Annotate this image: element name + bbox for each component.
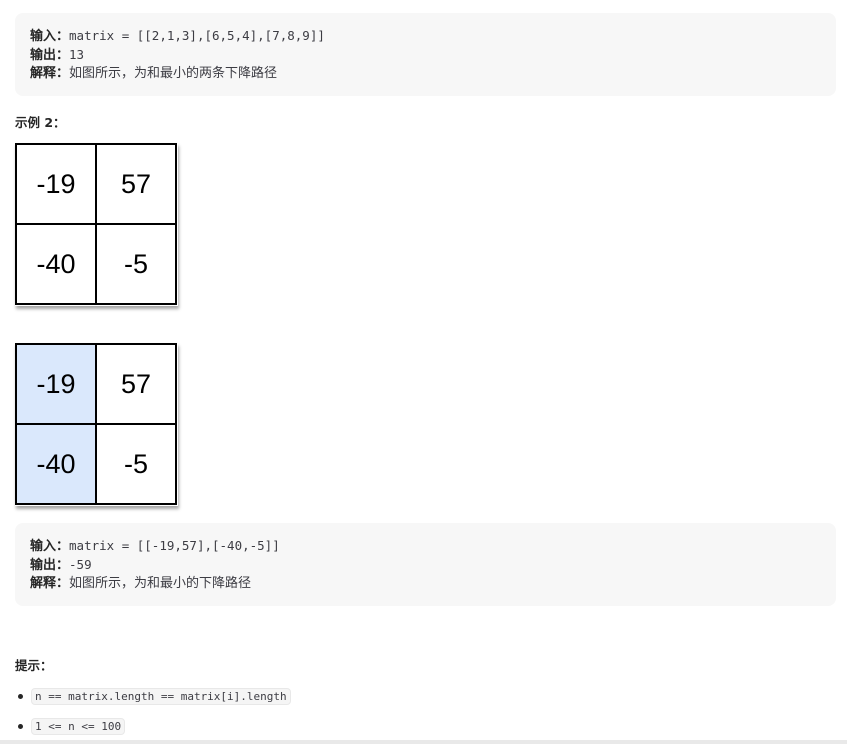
- hints-list: n == matrix.length == matrix[i].length 1…: [15, 688, 291, 744]
- output-value: -59: [69, 557, 92, 572]
- bullet-icon: [18, 694, 23, 699]
- explain-value: 如图所示，为和最小的下降路径: [69, 576, 252, 591]
- matrix-cell: -19: [15, 143, 97, 225]
- scrollbar-track[interactable]: [0, 740, 847, 744]
- example2-block: 输入：matrix = [[-19,57],[-40,-5]] 输出：-59 解…: [15, 523, 836, 606]
- example2-matrix-image: -19 57 -40 -5: [15, 143, 178, 306]
- explain-label: 解释：: [30, 576, 70, 591]
- input-label: 输入：: [30, 539, 70, 554]
- hints-heading: 提示：: [15, 658, 53, 673]
- matrix-cell: -5: [95, 223, 177, 305]
- output-value: 13: [69, 47, 85, 62]
- hint-code: 1 <= n <= 100: [31, 718, 126, 735]
- list-item: n == matrix.length == matrix[i].length: [15, 688, 291, 718]
- bullet-icon: [18, 724, 23, 729]
- example2-path-image: -19 57 -40 -5: [15, 343, 178, 506]
- input-value: matrix = [[2,1,3],[6,5,4],[7,8,9]]: [69, 28, 325, 43]
- output-label: 输出：: [30, 48, 70, 63]
- matrix-cell: 57: [95, 143, 177, 225]
- matrix-cell-highlighted: -19: [15, 343, 97, 425]
- input-label: 输入：: [30, 29, 70, 44]
- matrix-cell: -40: [15, 223, 97, 305]
- explain-value: 如图所示，为和最小的两条下降路径: [69, 66, 278, 81]
- output-label: 输出：: [30, 558, 70, 573]
- matrix-cell-highlighted: -40: [15, 423, 97, 505]
- matrix-cell: 57: [95, 343, 177, 425]
- explain-label: 解释：: [30, 66, 70, 81]
- matrix-cell: -5: [95, 423, 177, 505]
- example2-heading: 示例 2：: [15, 115, 66, 130]
- example1-block: 输入：matrix = [[2,1,3],[6,5,4],[7,8,9]] 输出…: [15, 13, 836, 96]
- input-value: matrix = [[-19,57],[-40,-5]]: [69, 538, 280, 553]
- hint-code: n == matrix.length == matrix[i].length: [31, 688, 291, 705]
